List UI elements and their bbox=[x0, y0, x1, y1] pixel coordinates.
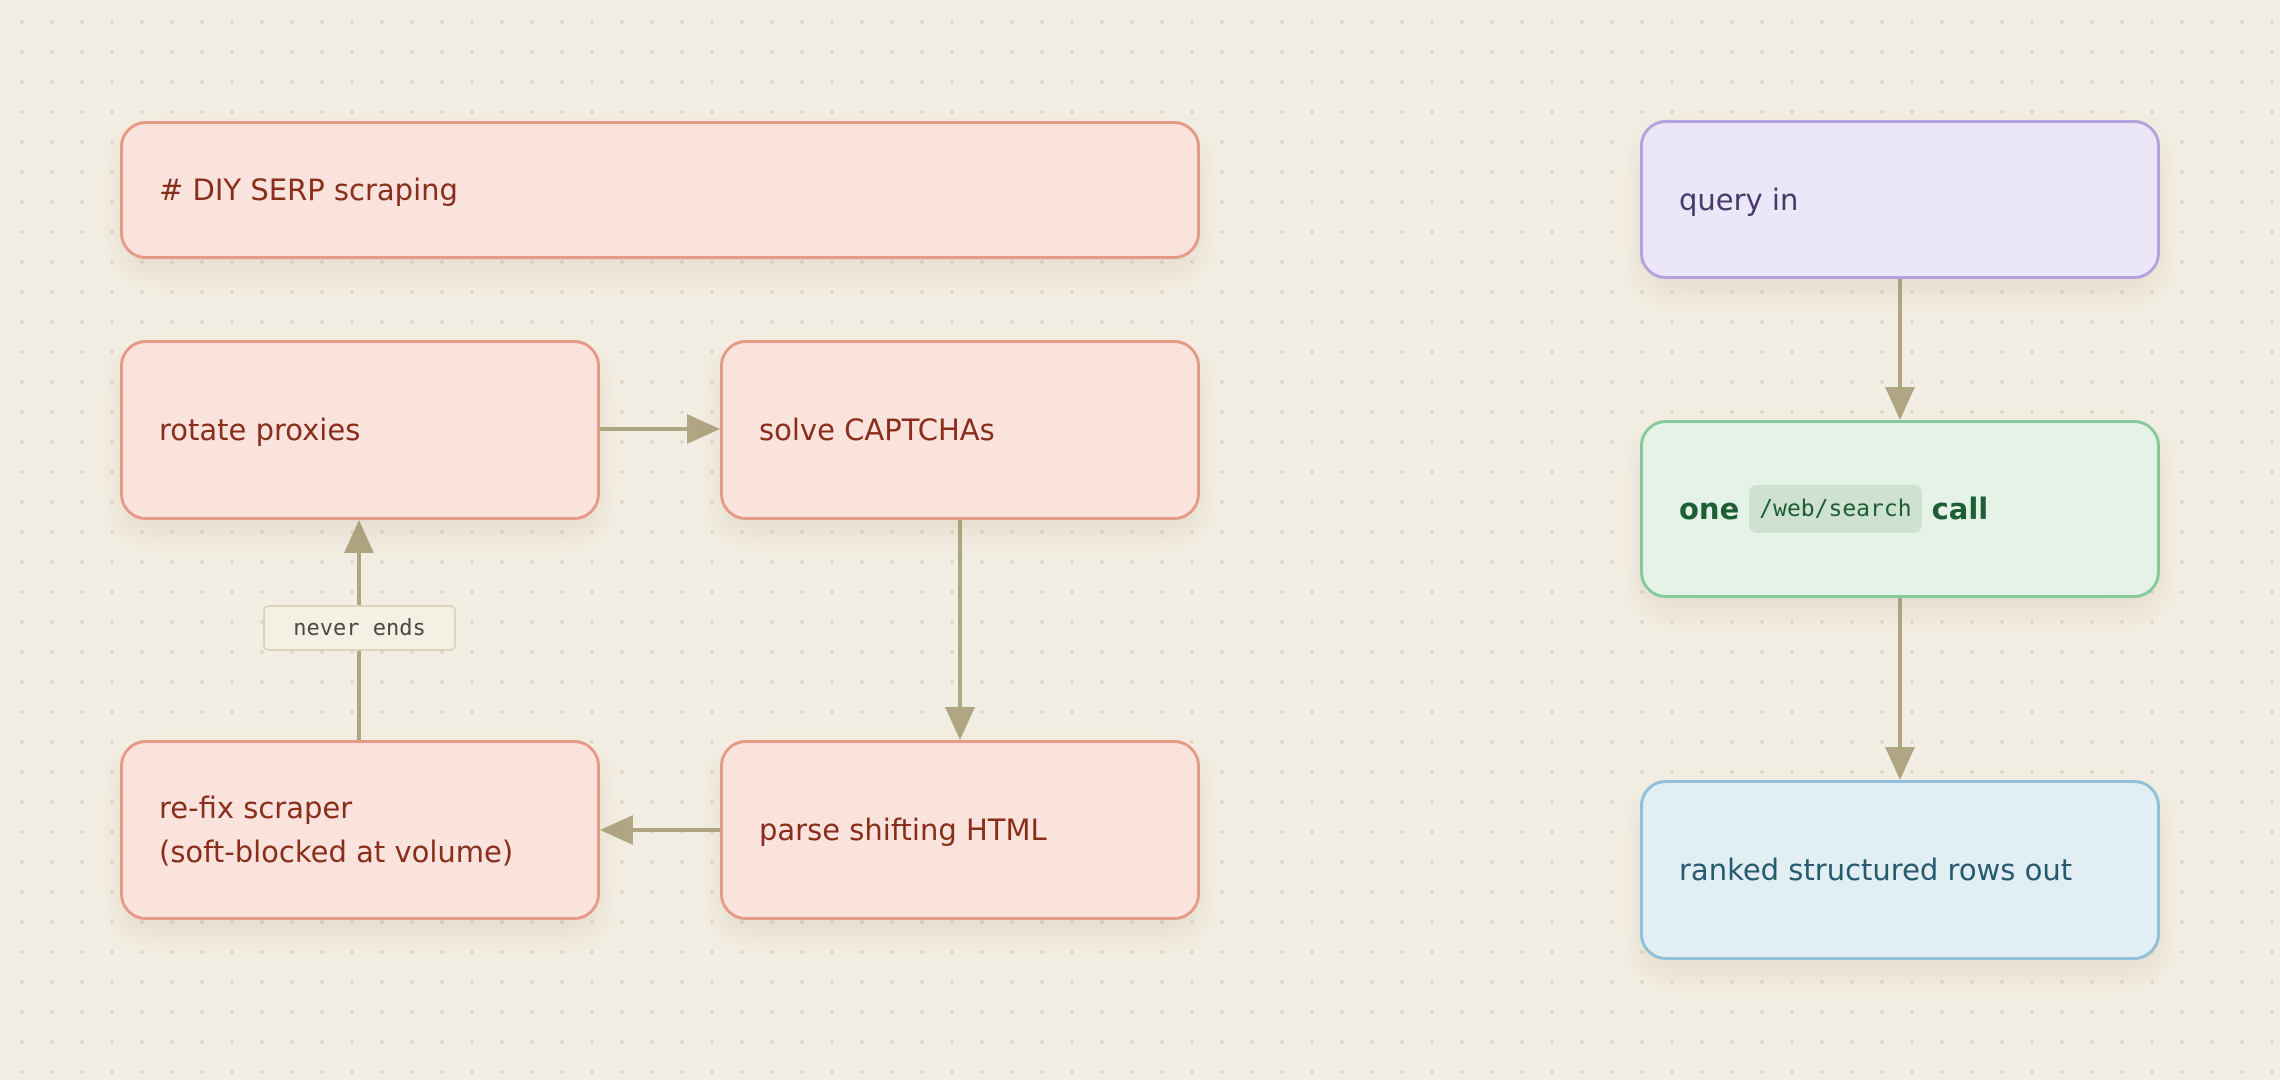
call-suffix-text: call bbox=[1931, 492, 1989, 526]
parse-html-node: parse shifting HTML bbox=[720, 740, 1200, 920]
ranked-rows-text: ranked structured rows out bbox=[1679, 853, 2073, 887]
arrowhead-down-icon bbox=[1885, 387, 1915, 420]
rotate-proxies-text: rotate proxies bbox=[159, 413, 361, 447]
loop-edge-label: never ends bbox=[263, 605, 456, 651]
refix-scraper-node: re-fix scraper (soft-blocked at volume) bbox=[120, 740, 600, 920]
query-in-node: query in bbox=[1640, 120, 2160, 279]
solve-captchas-text: solve CAPTCHAs bbox=[759, 413, 995, 447]
call-prefix-text: one bbox=[1679, 492, 1740, 526]
web-search-endpoint-code: /web/search bbox=[1749, 485, 1922, 533]
diy-title-text: # DIY SERP scraping bbox=[159, 173, 458, 207]
ranked-rows-node: ranked structured rows out bbox=[1640, 780, 2160, 960]
arrowhead-left-icon bbox=[600, 815, 633, 845]
web-search-call-node: one /web/search call bbox=[1640, 420, 2160, 598]
refix-scraper-subtext: (soft-blocked at volume) bbox=[159, 835, 514, 869]
arrowhead-right-icon bbox=[687, 414, 720, 444]
diy-title-node: # DIY SERP scraping bbox=[120, 121, 1200, 259]
arrowhead-up-icon bbox=[344, 520, 374, 553]
solve-captchas-node: solve CAPTCHAs bbox=[720, 340, 1200, 520]
rotate-proxies-node: rotate proxies bbox=[120, 340, 600, 520]
refix-scraper-text: re-fix scraper bbox=[159, 791, 353, 825]
arrowhead-down-icon bbox=[1885, 747, 1915, 780]
query-in-text: query in bbox=[1679, 182, 1799, 217]
parse-html-text: parse shifting HTML bbox=[759, 813, 1047, 847]
loop-edge-label-text: never ends bbox=[293, 615, 426, 641]
arrowhead-down-icon bbox=[945, 707, 975, 740]
